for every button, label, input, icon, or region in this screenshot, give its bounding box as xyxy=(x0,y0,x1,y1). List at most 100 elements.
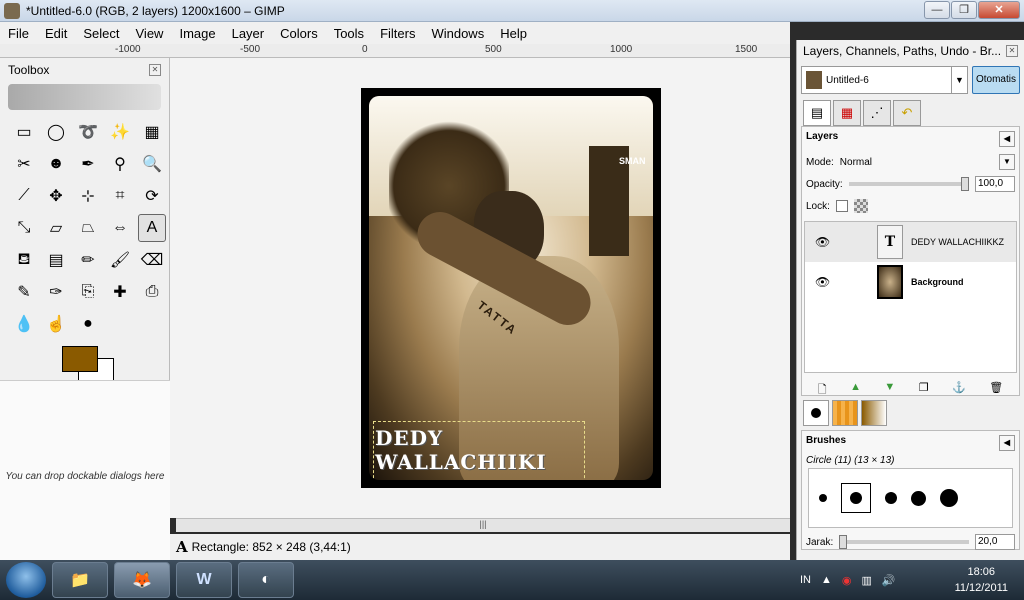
menu-colors[interactable]: Colors xyxy=(272,26,326,41)
color-picker-icon[interactable]: ⚲ xyxy=(106,150,134,178)
brush-item[interactable] xyxy=(819,494,827,502)
tab-channels[interactable]: ▦ xyxy=(833,100,861,126)
lower-layer-icon[interactable]: ▼ xyxy=(884,381,895,400)
menu-select[interactable]: Select xyxy=(75,26,127,41)
brush-item[interactable] xyxy=(885,492,897,504)
menu-image[interactable]: Image xyxy=(171,26,223,41)
flip-icon[interactable]: ⇔ xyxy=(106,214,134,242)
blur-icon[interactable]: 💧 xyxy=(10,310,38,338)
opacity-slider-handle[interactable] xyxy=(961,177,969,191)
pencil-icon[interactable]: ✏ xyxy=(74,246,102,274)
perspective-clone-icon[interactable]: ⎙ xyxy=(138,278,166,306)
close-icon[interactable]: ✕ xyxy=(149,64,161,76)
spacing-input[interactable]: 20,0 xyxy=(975,534,1015,550)
duplicate-layer-icon[interactable]: ❐ xyxy=(919,381,929,400)
panel-menu-icon[interactable]: ◀ xyxy=(999,435,1015,451)
menu-help[interactable]: Help xyxy=(492,26,535,41)
gradient-icon[interactable]: ▤ xyxy=(42,246,70,274)
ellipse-select-icon[interactable]: ◯ xyxy=(42,118,70,146)
eye-icon[interactable]: 👁 xyxy=(815,235,830,249)
opacity-slider[interactable] xyxy=(848,177,969,191)
tab-paths[interactable]: ⋰ xyxy=(863,100,891,126)
tab-undo[interactable]: ↶ xyxy=(893,100,921,126)
close-icon[interactable]: ✕ xyxy=(1006,45,1018,57)
delete-layer-icon[interactable]: 🗑 xyxy=(989,381,1003,400)
volume-icon[interactable]: 🔊 xyxy=(882,574,896,587)
heal-icon[interactable]: ✚ xyxy=(106,278,134,306)
taskbar-app-button[interactable]: ◐ xyxy=(238,562,294,598)
clock[interactable]: 18:06 11/12/2011 xyxy=(955,564,1008,596)
tab-patterns[interactable] xyxy=(832,400,858,426)
bucket-fill-icon[interactable]: ⛾ xyxy=(10,246,38,274)
eraser-icon[interactable]: ⌫ xyxy=(138,246,166,274)
fuzzy-select-icon[interactable]: ✨ xyxy=(106,118,134,146)
opacity-input[interactable]: 100,0 xyxy=(975,176,1015,192)
chevron-down-icon[interactable]: ▼ xyxy=(999,154,1015,170)
maximize-button[interactable]: ❐ xyxy=(951,1,977,19)
horizontal-ruler[interactable]: -1000 -500 0 500 1000 1500 xyxy=(0,44,790,58)
auto-button[interactable]: Otomatis xyxy=(972,66,1020,94)
raise-layer-icon[interactable]: ▲ xyxy=(850,381,861,400)
measure-icon[interactable]: ⟋ xyxy=(10,182,38,210)
panel-menu-icon[interactable]: ◀ xyxy=(999,131,1015,147)
close-button[interactable]: ✕ xyxy=(978,1,1020,19)
layer-row[interactable]: 👁 T DEDY WALLACHIIKKZ xyxy=(805,222,1016,262)
language-indicator[interactable]: IN xyxy=(800,574,811,586)
crop-icon[interactable]: ⌗ xyxy=(106,182,134,210)
dock-drop-area[interactable]: You can drop dockable dialogs here xyxy=(0,380,170,560)
image-combo[interactable]: Untitled-6 ▼ xyxy=(801,66,968,94)
menu-layer[interactable]: Layer xyxy=(224,26,273,41)
tab-gradients[interactable] xyxy=(861,400,887,426)
brush-item-selected[interactable] xyxy=(841,483,871,513)
tab-layers[interactable]: ▤ xyxy=(803,100,831,126)
scale-icon[interactable]: ⤡ xyxy=(10,214,38,242)
brush-item[interactable] xyxy=(940,489,958,507)
chevron-down-icon[interactable]: ▼ xyxy=(951,67,967,93)
rotate-icon[interactable]: ⟳ xyxy=(138,182,166,210)
lock-pixels-checkbox[interactable] xyxy=(835,200,848,212)
text-layer-content[interactable]: DEDY WALLACHIIKI xyxy=(375,426,587,474)
image-canvas[interactable]: SMAN TATTA DEDY WALLACHIIKI xyxy=(361,88,661,488)
spacing-slider[interactable] xyxy=(839,535,969,549)
color-select-icon[interactable]: ▦ xyxy=(138,118,166,146)
menu-windows[interactable]: Windows xyxy=(423,26,492,41)
smudge-icon[interactable]: ☝ xyxy=(42,310,70,338)
taskbar-gimp-button[interactable]: 🦊 xyxy=(114,562,170,598)
menu-view[interactable]: View xyxy=(128,26,172,41)
tab-brushes[interactable] xyxy=(803,400,829,426)
taskbar-explorer-button[interactable]: 📁 xyxy=(52,562,108,598)
text-tool-button[interactable]: A xyxy=(138,214,166,242)
spacing-slider-handle[interactable] xyxy=(839,535,848,549)
lasso-icon[interactable]: ➰ xyxy=(74,118,102,146)
move-icon[interactable]: ✥ xyxy=(42,182,70,210)
anchor-layer-icon[interactable]: ⚓ xyxy=(952,381,966,400)
menu-file[interactable]: File xyxy=(0,26,37,41)
align-icon[interactable]: ⊹ xyxy=(74,182,102,210)
taskbar-word-button[interactable]: W xyxy=(176,562,232,598)
menu-edit[interactable]: Edit xyxy=(37,26,75,41)
mode-select[interactable]: Normal xyxy=(840,157,993,168)
minimize-button[interactable]: — xyxy=(924,1,950,19)
perspective-icon[interactable]: ⏢ xyxy=(74,214,102,242)
lock-alpha-icon[interactable] xyxy=(853,199,868,213)
ink-icon[interactable]: ✑ xyxy=(42,278,70,306)
menu-filters[interactable]: Filters xyxy=(372,26,423,41)
foreground-select-icon[interactable]: ☻ xyxy=(42,150,70,178)
network-icon[interactable]: ▥ xyxy=(862,574,872,587)
dodge-burn-icon[interactable]: ● xyxy=(74,310,102,338)
brush-grid[interactable] xyxy=(808,468,1013,528)
rect-select-icon[interactable]: ▭ xyxy=(10,118,38,146)
antivirus-icon[interactable]: ◉ xyxy=(842,574,852,587)
clone-icon[interactable]: ⎘ xyxy=(74,278,102,306)
menu-tools[interactable]: Tools xyxy=(326,26,372,41)
new-layer-icon[interactable]: 🗋 xyxy=(818,381,827,400)
shear-icon[interactable]: ▱ xyxy=(42,214,70,242)
paths-icon[interactable]: ✒ xyxy=(74,150,102,178)
eye-icon[interactable]: 👁 xyxy=(815,275,830,289)
tray-arrow-icon[interactable]: ▲ xyxy=(821,574,832,586)
scissors-icon[interactable]: ✂ xyxy=(10,150,38,178)
paintbrush-icon[interactable]: 🖌 xyxy=(106,246,134,274)
start-button[interactable] xyxy=(6,562,46,598)
zoom-icon[interactable]: 🔍 xyxy=(138,150,166,178)
foreground-color[interactable] xyxy=(62,346,98,372)
